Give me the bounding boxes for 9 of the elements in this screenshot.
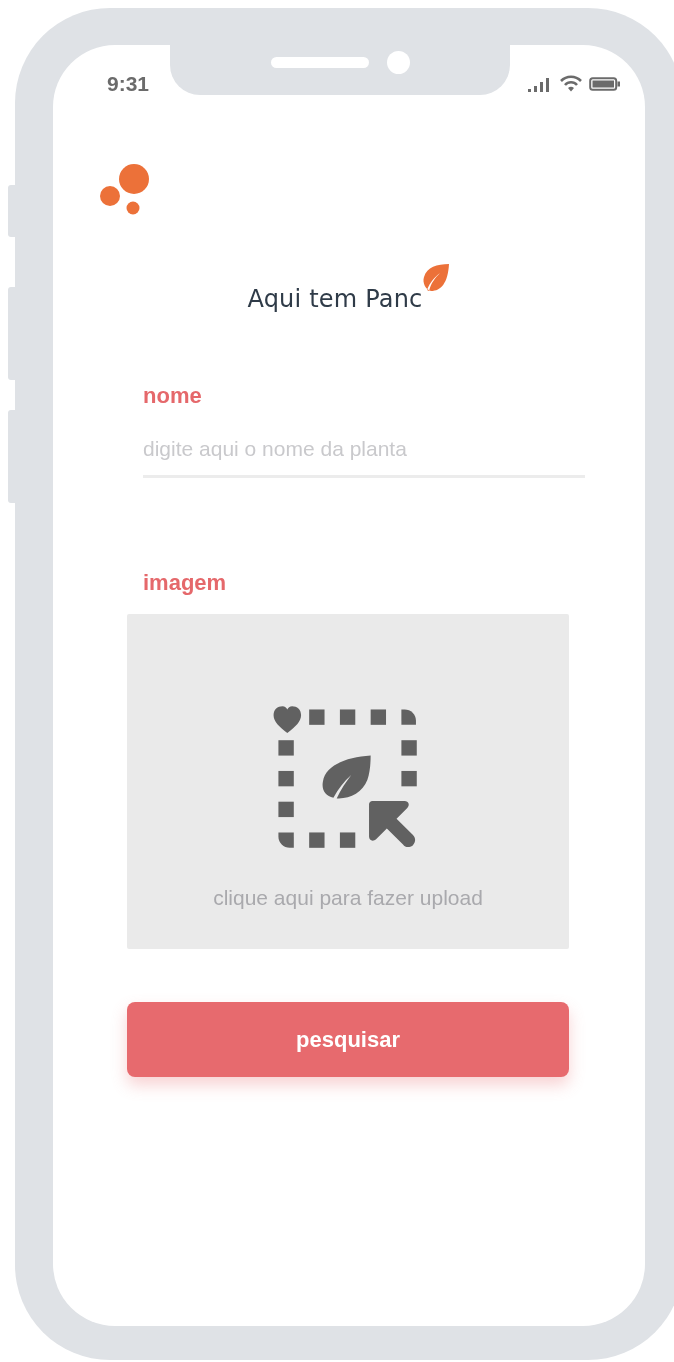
field-label: imagem bbox=[143, 570, 227, 596]
upload-area[interactable]: clique aqui para fazer upload bbox=[127, 614, 569, 949]
wifi-icon bbox=[559, 75, 583, 93]
upload-hint: clique aqui para fazer upload bbox=[213, 886, 483, 910]
battery-icon bbox=[589, 76, 621, 92]
field-label: nome bbox=[143, 383, 202, 409]
status-time: 9:31 bbox=[107, 72, 150, 96]
search-button[interactable]: pesquisar bbox=[127, 1002, 569, 1077]
app-title: Aqui tem Panc bbox=[247, 285, 423, 313]
